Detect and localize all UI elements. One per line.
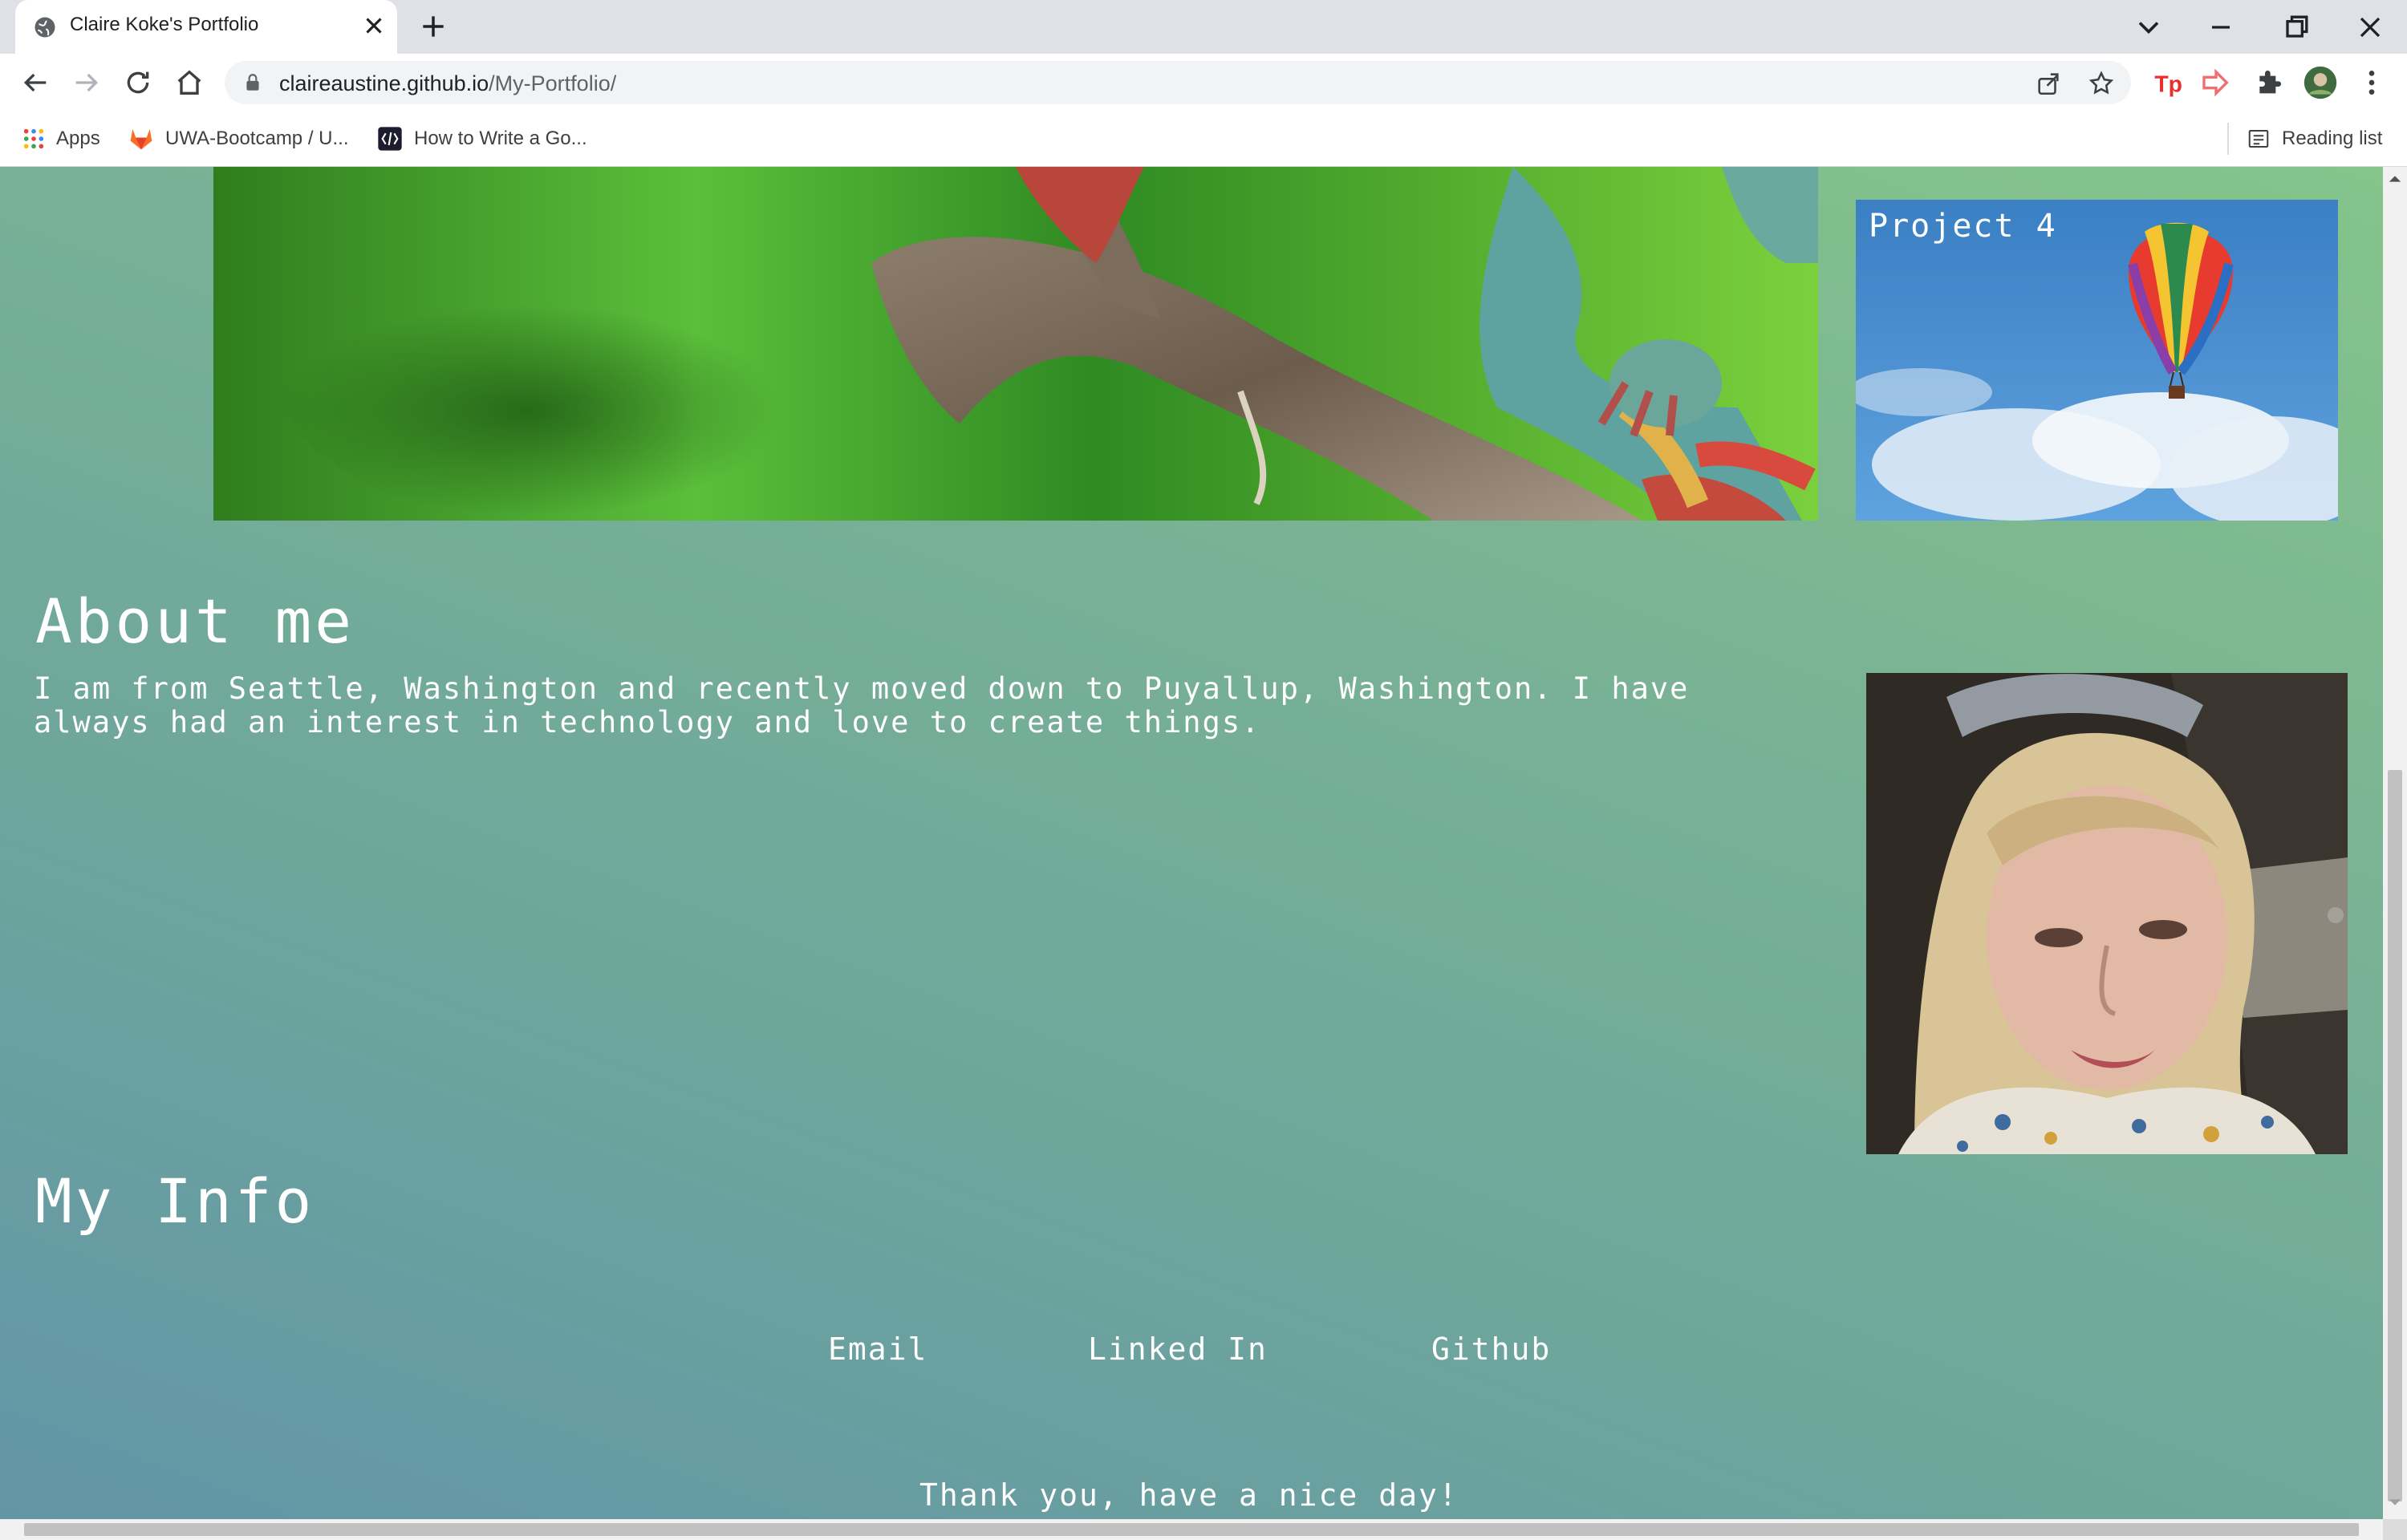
address-bar[interactable]: claireaustine.github.io/My-Portfolio/ (225, 61, 2131, 104)
reading-list-button[interactable]: Reading list (2247, 111, 2382, 166)
dev-logo-icon (378, 127, 402, 151)
url-text[interactable]: claireaustine.github.io/My-Portfolio/ (279, 71, 616, 96)
tp-extension-icon[interactable]: Tp (2152, 67, 2184, 99)
bookmark-label: Apps (56, 128, 100, 149)
bookmark-label: How to Write a Go... (414, 128, 587, 149)
chrome-menu-icon[interactable] (2356, 67, 2388, 99)
bookmark-apps[interactable]: Apps (22, 111, 100, 166)
bookmark-how-to-write[interactable]: How to Write a Go... (377, 111, 587, 166)
gitlab-icon (130, 129, 152, 150)
tab-title: Claire Koke's Portfolio (70, 14, 259, 35)
share-icon[interactable] (2035, 70, 2062, 97)
horizontal-scrollbar[interactable] (0, 1519, 2383, 1540)
profile-avatar[interactable] (2303, 65, 2338, 100)
footer-thanks: Thank you, have a nice day! (919, 1477, 1459, 1513)
restore-icon[interactable] (2279, 10, 2314, 45)
tab-search-chevron-icon[interactable] (2131, 10, 2166, 45)
apps-grid-icon (23, 128, 44, 149)
hot-air-balloon-photo (1856, 200, 2338, 521)
about-text: I am from Seattle, Washington and recent… (34, 671, 1690, 740)
puzzle-extensions-icon[interactable] (2253, 67, 2285, 99)
url-host: claireaustine.github.io (279, 71, 489, 95)
email-link[interactable]: Email (828, 1331, 927, 1367)
linkedin-link[interactable]: Linked In (1088, 1331, 1268, 1367)
tab-strip: Claire Koke's Portfolio (0, 0, 2407, 54)
project-card-label: Project 4 (1869, 208, 2057, 245)
chameleon-photo (213, 167, 1818, 521)
minimize-icon[interactable] (2203, 10, 2239, 45)
lock-icon[interactable] (242, 72, 263, 93)
github-link[interactable]: Github (1431, 1331, 1551, 1367)
vertical-scrollbar[interactable] (2383, 167, 2407, 1519)
reload-icon[interactable] (122, 67, 154, 99)
bookmark-star-icon[interactable] (2088, 70, 2115, 97)
bookmark-uwa-bootcamp[interactable]: UWA-Bootcamp / U... (128, 111, 349, 166)
svg-text:Tp: Tp (2154, 72, 2182, 98)
bookmark-label: UWA-Bootcamp / U... (165, 128, 349, 149)
scrollbar-corner (2383, 1519, 2407, 1540)
project-image-chameleon[interactable] (213, 167, 1818, 521)
reading-list-icon (2248, 130, 2269, 148)
bookmarks-separator (2227, 123, 2229, 155)
bookmarks-bar: Apps UWA-Bootcamp / U... How to Write a … (0, 111, 2407, 167)
my-info-heading: My Info (35, 1165, 315, 1237)
share-arrow-extension-icon[interactable] (2200, 67, 2232, 99)
new-tab-icon[interactable] (418, 11, 449, 42)
url-path: /My-Portfolio/ (489, 71, 617, 95)
about-heading: About me (35, 586, 355, 657)
profile-portrait (1866, 673, 2348, 1154)
portrait-photo (1866, 673, 2348, 1154)
forward-arrow-icon[interactable] (71, 67, 103, 99)
close-tab-icon[interactable] (360, 12, 388, 39)
reading-list-label: Reading list (2282, 128, 2383, 149)
vertical-scroll-thumb[interactable] (2388, 770, 2402, 1502)
back-arrow-icon[interactable] (19, 67, 51, 99)
page-viewport: Project 4 About me I am from Seattle, Wa… (0, 167, 2383, 1519)
browser-tab[interactable]: Claire Koke's Portfolio (15, 0, 397, 54)
project-card-4[interactable]: Project 4 (1856, 200, 2338, 521)
horizontal-scroll-thumb[interactable] (24, 1523, 2359, 1536)
browser-toolbar: claireaustine.github.io/My-Portfolio/ Tp (0, 54, 2407, 111)
scroll-up-arrow-icon[interactable] (2388, 172, 2402, 186)
home-icon[interactable] (173, 67, 205, 99)
scroll-down-arrow-icon[interactable] (2388, 1495, 2402, 1510)
globe-icon (35, 17, 55, 38)
close-window-icon[interactable] (2352, 10, 2388, 45)
